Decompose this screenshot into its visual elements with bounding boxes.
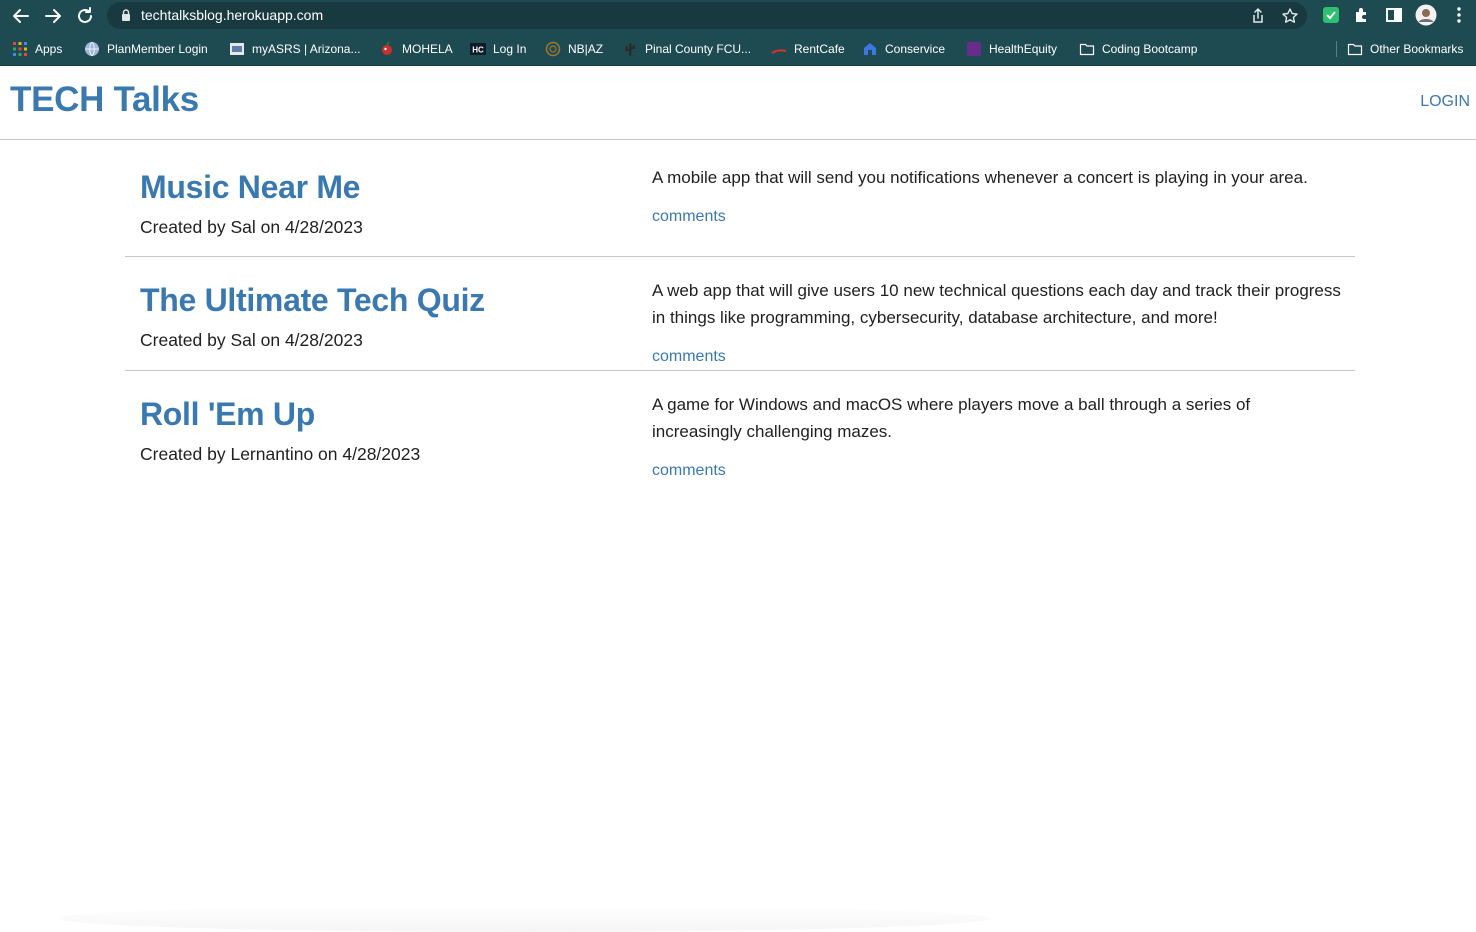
bookmark-nbaz[interactable]: NB|AZ [545,40,603,58]
svg-text:HC: HC [472,46,484,55]
bookmark-label: Pinal County FCU... [645,42,752,56]
bookmark-label: PlanMember Login [107,42,208,56]
page-viewport: TECH Talks LOGIN Music Near Me Created b… [0,66,1476,932]
lock-icon[interactable] [119,8,133,22]
comments-link[interactable]: comments [652,462,726,480]
post-title[interactable]: The Ultimate Tech Quiz [140,282,485,319]
bookmark-myasrs[interactable]: myASRS | Arizona... [229,40,361,58]
puzzle-extensions-icon[interactable] [1352,5,1372,25]
post-description: A mobile app that will send you notifica… [652,168,1308,187]
mohela-icon [379,41,395,57]
post-meta: Created by Lernantino on 4/28/2023 [140,444,421,464]
back-arrow-icon[interactable] [9,4,33,28]
bookmarks-bar: Apps PlanMember Login myASRS | Arizona..… [0,32,1476,66]
bookmark-label: RentCafe [794,42,845,56]
extension-badge-icon[interactable] [1321,5,1341,25]
forward-arrow-icon[interactable] [41,4,65,28]
address-bar[interactable]: techtalksblog.herokuapp.com [107,2,1307,29]
post-meta: Created by Sal on 4/28/2023 [140,330,363,350]
bottom-shadow [60,905,990,932]
folder-icon [1347,41,1363,57]
bookmark-healthequity[interactable]: HealthEquity [966,40,1057,58]
asrs-icon [229,41,245,57]
bookmark-label: Coding Bootcamp [1102,42,1198,56]
bookmark-label: NB|AZ [568,42,604,56]
bookmark-label: Log In [493,42,527,56]
post-card: Music Near Me Created by Sal on 4/28/202… [125,156,1355,257]
apps-grid-icon [12,41,28,57]
bookmark-rentcafe[interactable]: RentCafe [771,40,845,58]
site-header: TECH Talks LOGIN [0,66,1476,140]
bookmark-label: Conservice [885,42,946,56]
post-list: Music Near Me Created by Sal on 4/28/202… [125,156,1355,491]
share-icon[interactable] [1248,6,1268,26]
menu-kebab-icon[interactable] [1449,5,1469,25]
folder-icon [1079,41,1095,57]
url-text[interactable]: techtalksblog.herokuapp.com [141,7,323,23]
side-panel-icon[interactable] [1384,5,1404,25]
bookmark-label: Apps [35,42,63,56]
globe-icon [84,41,100,57]
site-brand[interactable]: TECH Talks [10,80,199,120]
post-card: Roll 'Em Up Created by Lernantino on 4/2… [125,371,1355,491]
healthequity-icon [966,41,982,57]
bookmark-conservice[interactable]: Conservice [862,40,945,58]
post-description: A game for Windows and macOS where playe… [652,395,1251,441]
cactus-icon [622,41,638,57]
bookmark-pinal-county[interactable]: Pinal County FCU... [622,40,751,58]
reload-icon[interactable] [73,4,97,28]
bookmark-mohela[interactable]: MOHELA [379,40,453,58]
post-meta: Created by Sal on 4/28/2023 [140,217,363,237]
bookmark-apps[interactable]: Apps [12,40,62,58]
profile-avatar-icon[interactable] [1415,4,1437,26]
bookmark-label: HealthEquity [989,42,1058,56]
hc-icon: HC [470,41,486,57]
bookmark-star-icon[interactable] [1280,6,1300,26]
bookmark-label: Other Bookmarks [1370,42,1464,56]
bookmark-planmember[interactable]: PlanMember Login [84,40,208,58]
bookmarks-divider [1336,41,1337,57]
bookmark-other-bookmarks[interactable]: Other Bookmarks [1347,40,1463,58]
bookmark-coding-bootcamp[interactable]: Coding Bootcamp [1079,40,1197,58]
bookmark-label: MOHELA [402,42,453,56]
post-title[interactable]: Music Near Me [140,169,360,206]
post-title[interactable]: Roll 'Em Up [140,396,315,433]
comments-link[interactable]: comments [652,208,726,226]
comments-link[interactable]: comments [652,348,726,366]
nbaz-icon [545,41,561,57]
post-card: The Ultimate Tech Quiz Created by Sal on… [125,257,1355,371]
login-link[interactable]: LOGIN [1420,93,1470,111]
post-description: A web app that will give users 10 new te… [652,281,1341,327]
browser-toolbar: techtalksblog.herokuapp.com [0,0,1476,32]
bookmark-login[interactable]: HC Log In [470,40,526,58]
rentcafe-icon [771,41,787,57]
bookmark-label: myASRS | Arizona... [252,42,361,56]
house-icon [862,41,878,57]
